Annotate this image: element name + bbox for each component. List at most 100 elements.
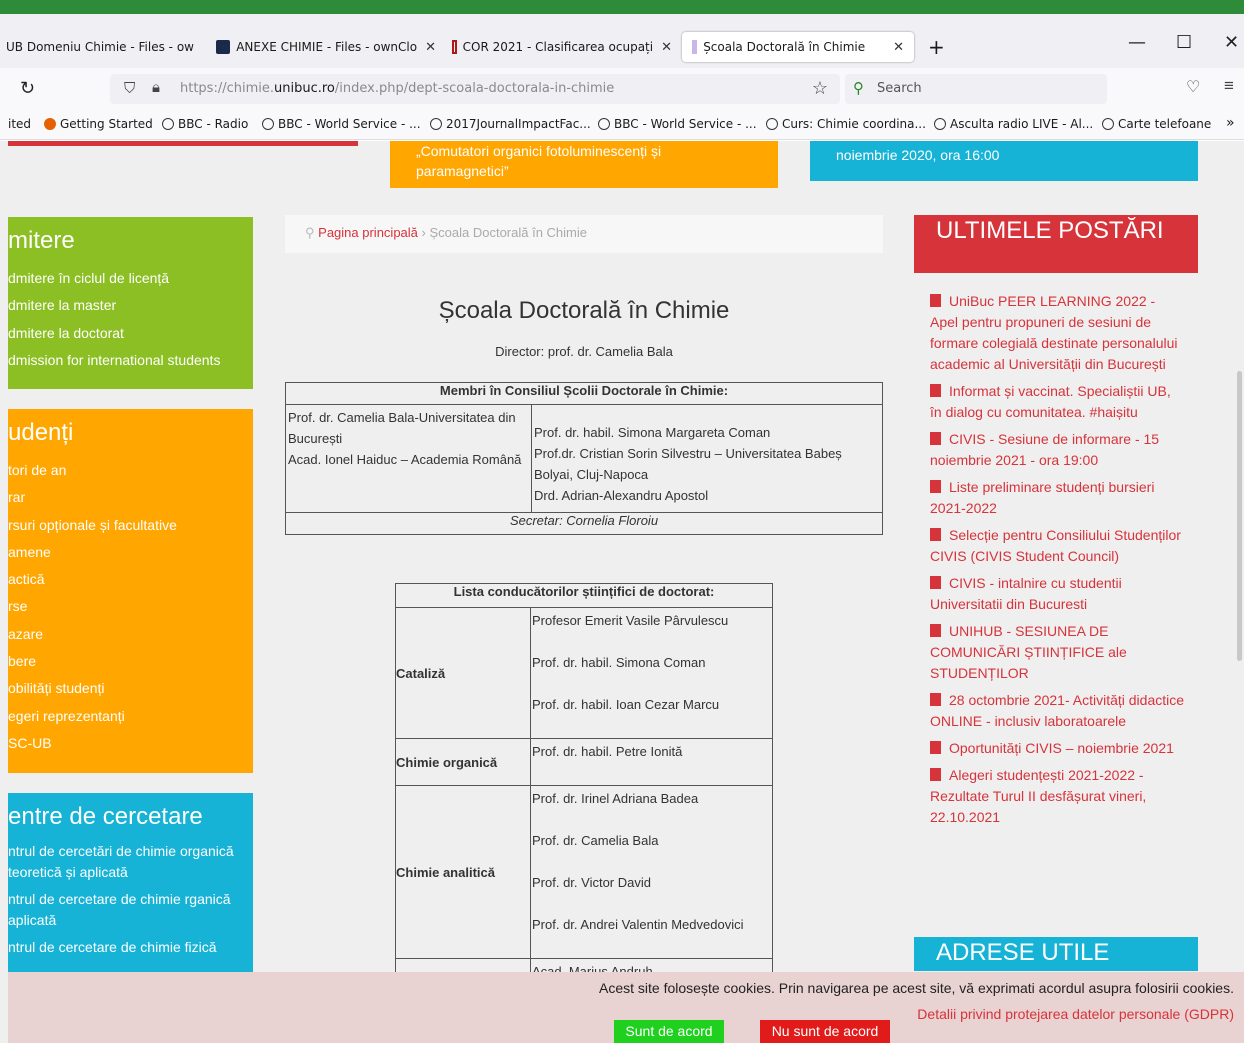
accept-cookies-button[interactable]: Sunt de acord xyxy=(614,1020,724,1043)
tab-cor[interactable]: COR 2021 - Clasificarea ocupați ✕ xyxy=(452,32,672,62)
post-link[interactable]: UNIHUB - SESIUNEA DE COMUNICĂRI ȘTIINȚIF… xyxy=(930,621,1185,684)
r-logo-icon xyxy=(452,40,457,54)
bookmark[interactable]: ited xyxy=(8,117,31,131)
document-icon xyxy=(930,294,941,307)
sidebar-item[interactable]: tori de an xyxy=(8,457,253,484)
bookmark[interactable]: 2017JournalImpactFac... xyxy=(430,117,591,131)
breadcrumb: ⚲ Pagina principală › Școala Doctorală î… xyxy=(285,215,883,253)
close-icon[interactable]: ✕ xyxy=(425,40,436,55)
sidebar-item[interactable]: bere xyxy=(8,648,253,675)
page-title: Școala Doctorală în Chimie xyxy=(438,297,730,324)
people-cell: Profesor Emerit Vasile Pârvulescu Prof. … xyxy=(530,607,773,739)
tab-scoala-doctorala[interactable]: Școala Doctorală în Chimie ✕ xyxy=(682,32,914,62)
event-banner-blue[interactable]: noiembrie 2020, ora 16:00 xyxy=(810,141,1198,181)
sidebar-item[interactable]: dmitere la doctorat xyxy=(8,320,253,347)
supervisor: Prof. dr. Victor David xyxy=(532,875,651,890)
category-cell: Chimie organică xyxy=(395,738,531,786)
tab-label: ANEXE CHIMIE - Files - ownClo xyxy=(236,40,418,54)
sidebar-admitere: mitere dmitere în ciclul de licență dmit… xyxy=(8,217,253,389)
post-link[interactable]: CIVIS - Sesiune de informare - 15 noiemb… xyxy=(930,429,1185,471)
menu-icon[interactable]: ≡ xyxy=(1224,76,1234,96)
bookmark[interactable]: BBC - World Service - ... xyxy=(598,117,757,131)
sidebar-title: udenți xyxy=(8,419,74,446)
sidebar-item[interactable]: amene xyxy=(8,539,253,566)
sidebar-item[interactable]: rsuri opționale și facultative xyxy=(8,512,253,539)
people-cell: Prof. dr. Irinel Adriana Badea Prof. dr.… xyxy=(530,785,773,959)
window-close-icon[interactable]: ✕ xyxy=(1224,32,1239,53)
sidebar-item[interactable]: dmitere la master xyxy=(8,292,253,319)
council-member: Prof. dr. habil. Simona Margareta Coman xyxy=(534,424,771,440)
sidebar-item[interactable]: rse xyxy=(8,593,253,620)
category-cell: Cataliză xyxy=(395,607,531,739)
document-icon xyxy=(930,624,941,637)
sidebar-item[interactable]: azare xyxy=(8,621,253,648)
sidebar-item[interactable]: egeri reprezentanți xyxy=(8,703,253,730)
os-top-strip xyxy=(0,0,1244,22)
owncloud-icon xyxy=(216,40,231,54)
chevron-right-icon[interactable]: » xyxy=(1226,115,1235,131)
cookie-banner: Acest site folosește cookies. Prin navig… xyxy=(8,972,1244,1043)
council-member: Acad. Ionel Haiduc – Academia Română xyxy=(288,452,522,467)
post-link[interactable]: Liste preliminare studenți bursieri 2021… xyxy=(930,477,1185,519)
gdpr-link[interactable]: Detalii privind protejarea datelor perso… xyxy=(917,1006,1234,1022)
sidebar-item[interactable]: dmitere în ciclul de licență xyxy=(8,265,253,292)
post-link[interactable]: 28 octombrie 2021- Activități didactice … xyxy=(930,690,1185,732)
council-member: Prof.dr. Cristian Sorin Silvestru – Univ… xyxy=(534,445,842,482)
bookmark[interactable]: BBC - World Service - ... xyxy=(262,117,421,131)
latest-posts-heading: ULTIMELE POSTĂRI xyxy=(914,215,1198,273)
bookmark[interactable]: BBC - Radio xyxy=(162,117,248,131)
bookmark-getting-started[interactable]: Getting Started xyxy=(44,117,153,131)
url-text[interactable]: https://chimie.unibuc.ro/index.php/dept-… xyxy=(180,81,614,96)
document-icon xyxy=(930,528,941,541)
pocket-icon[interactable]: ♡ xyxy=(1186,77,1200,97)
lock-icon[interactable]: 🔒︎ xyxy=(152,79,160,96)
shield-icon[interactable]: ⛉ xyxy=(124,80,135,97)
reload-icon[interactable]: ↻ xyxy=(20,78,35,99)
supervisor: Prof. dr. Irinel Adriana Badea xyxy=(532,791,699,806)
maximize-icon[interactable]: ☐ xyxy=(1176,32,1192,53)
post-link[interactable]: Alegeri studențești 2021-2022 - Rezultat… xyxy=(930,765,1185,828)
supervisors-table: Lista conducătorilor științifici de doct… xyxy=(395,583,773,1006)
sidebar-item[interactable]: actică xyxy=(8,566,253,593)
red-accent-bar xyxy=(8,141,358,146)
tab-ub-domeniu[interactable]: UB Domeniu Chimie - Files - ow✕ xyxy=(6,32,202,62)
close-icon[interactable]: ✕ xyxy=(661,40,672,55)
document-icon xyxy=(930,384,941,397)
scrollbar[interactable] xyxy=(1237,371,1242,661)
council-right-cell: Prof. dr. habil. Simona Margareta Coman … xyxy=(531,404,883,513)
bookmark[interactable]: Carte telefoane xyxy=(1102,117,1211,131)
close-icon[interactable]: ✕ xyxy=(893,40,904,55)
sidebar-item[interactable]: ntrul de cercetare de chimie fizică xyxy=(8,937,253,958)
sidebar-item[interactable]: ntrul de cercetare de chimie rganică apl… xyxy=(8,889,253,931)
secretary: Secretar: Cornelia Floroiu xyxy=(285,512,883,535)
search-input[interactable]: ⚲ Search xyxy=(845,74,1107,104)
post-link[interactable]: Informat și vaccinat. Specialiștii UB, î… xyxy=(930,381,1185,423)
new-tab-button[interactable]: + xyxy=(928,32,945,62)
breadcrumb-home[interactable]: Pagina principală xyxy=(318,225,418,240)
decline-cookies-button[interactable]: Nu sunt de acord xyxy=(760,1020,890,1043)
sidebar-item[interactable]: rar xyxy=(8,484,253,511)
bookmark[interactable]: Asculta radio LIVE - Al... xyxy=(934,117,1093,131)
event-banner-orange[interactable]: „Comutatori organici fotoluminescenți și… xyxy=(390,141,778,188)
sidebar-item[interactable]: obilități studenți xyxy=(8,675,253,702)
bookmarks-bar: ited Getting Started BBC - Radio BBC - W… xyxy=(0,110,1244,140)
minimize-icon[interactable]: — xyxy=(1128,32,1146,53)
sidebar-item[interactable]: SC-UB xyxy=(8,730,253,757)
bookmark[interactable]: Curs: Chimie coordina... xyxy=(766,117,926,131)
main-content: Școala Doctorală în Chimie Director: pro… xyxy=(285,253,883,1043)
tab-anexe[interactable]: ANEXE CHIMIE - Files - ownClo ✕ xyxy=(216,32,436,62)
tab-label: COR 2021 - Clasificarea ocupați xyxy=(462,40,654,54)
star-icon[interactable]: ☆ xyxy=(812,78,828,99)
search-icon: ⚲ xyxy=(853,79,864,97)
navigation-bar: ↻ ⛉ 🔒︎ https://chimie.unibuc.ro/index.ph… xyxy=(0,68,1244,110)
post-link[interactable]: UniBuc PEER LEARNING 2022 - Apel pentru … xyxy=(930,291,1185,375)
url-bar[interactable]: ⛉ 🔒︎ https://chimie.unibuc.ro/index.php/… xyxy=(110,74,840,104)
post-link[interactable]: Selecție pentru Consiliului Studenților … xyxy=(930,525,1185,567)
people-cell: Prof. dr. habil. Petre Ionită xyxy=(530,738,773,786)
sidebar-item[interactable]: ntrul de cercetări de chimie organică te… xyxy=(8,841,253,883)
post-link[interactable]: CIVIS - intalnire cu studentii Universit… xyxy=(930,573,1185,615)
document-icon xyxy=(930,693,941,706)
sidebar-item[interactable]: dmission for international students xyxy=(8,347,253,374)
post-link[interactable]: Oportunități CIVIS – noiembrie 2021 xyxy=(930,738,1185,759)
supervisors-header: Lista conducătorilor științifici de doct… xyxy=(395,583,773,608)
